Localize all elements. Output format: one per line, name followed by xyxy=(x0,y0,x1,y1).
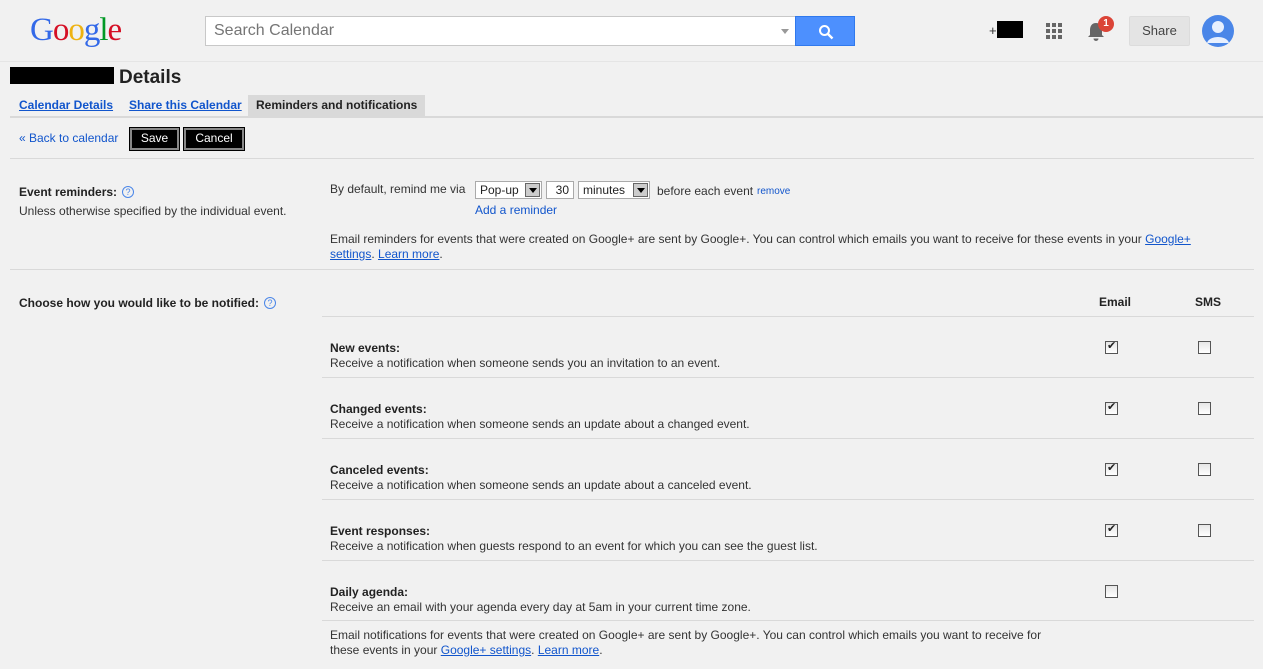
google-plus-profile-link[interactable]: + xyxy=(989,21,1023,38)
search-box xyxy=(205,16,795,46)
redacted-calendar-name xyxy=(10,67,114,84)
logo-letter: l xyxy=(99,12,108,48)
gplus-notification-note-line-2: these events in your xyxy=(330,643,441,657)
help-icon[interactable]: ? xyxy=(122,186,135,198)
sms-checkbox[interactable] xyxy=(1198,463,1211,476)
period: . xyxy=(599,643,603,657)
email-checkbox[interactable] xyxy=(1105,400,1118,415)
reminder-unit-select[interactable]: minutes xyxy=(578,181,650,199)
search-button[interactable] xyxy=(795,16,855,46)
gplus-reminder-note: Email reminders for events that were cre… xyxy=(330,232,1220,262)
logo-letter: o xyxy=(52,12,69,48)
divider xyxy=(10,269,1254,270)
logo-letter: G xyxy=(30,12,54,48)
logo-letter: g xyxy=(83,12,100,48)
notification-row-daily-agenda: Daily agenda: Receive an email with your… xyxy=(322,560,1254,621)
notifications-heading: Choose how you would like to be notified… xyxy=(19,296,276,310)
sms-checkbox[interactable] xyxy=(1198,402,1211,415)
notification-description: Receive a notification when someone send… xyxy=(330,478,752,492)
gplus-reminder-note-text: Email reminders for events that were cre… xyxy=(330,232,1146,246)
notification-row-changed-events: Changed events: Receive a notification w… xyxy=(322,377,1254,438)
divider xyxy=(10,158,1254,159)
learn-more-link[interactable]: Learn more xyxy=(538,643,599,657)
gplus-link-part-1: Google+ xyxy=(1145,232,1191,246)
back-to-calendar-link[interactable]: « Back to calendar xyxy=(19,131,118,145)
period: . xyxy=(439,247,443,261)
search-options-caret-icon[interactable] xyxy=(781,29,789,34)
dropdown-arrow-icon xyxy=(633,183,648,197)
notification-title: Event responses: xyxy=(330,524,431,538)
email-checkbox[interactable] xyxy=(1105,522,1118,537)
user-silhouette-icon xyxy=(1207,21,1229,43)
sms-checkbox[interactable] xyxy=(1198,341,1211,354)
search-input[interactable] xyxy=(206,17,766,45)
notification-row-canceled-events: Canceled events: Receive a notification … xyxy=(322,438,1254,499)
notification-title: Canceled events: xyxy=(330,463,429,477)
notification-description: Receive a notification when guests respo… xyxy=(330,539,818,553)
notification-description: Receive a notification when someone send… xyxy=(330,356,721,370)
notification-title: New events: xyxy=(330,341,401,355)
notification-description: Receive an email with your agenda every … xyxy=(330,600,751,614)
search-icon xyxy=(819,25,834,40)
email-column-header: Email xyxy=(1099,295,1132,309)
top-bar: Google + 1 Share xyxy=(0,0,1263,62)
redacted-username xyxy=(996,21,1023,38)
tab-calendar-details[interactable]: Calendar Details xyxy=(19,95,113,117)
share-button[interactable]: Share xyxy=(1129,16,1190,46)
logo-letter: o xyxy=(68,12,84,48)
gplus-settings-link[interactable]: Google+ settings xyxy=(441,643,531,657)
save-button[interactable]: Save xyxy=(129,127,180,151)
reminder-prefix: By default, remind me via xyxy=(330,182,466,196)
separator: . xyxy=(531,643,538,657)
help-icon[interactable]: ? xyxy=(264,297,276,309)
event-reminders-subtext: Unless otherwise specified by the indivi… xyxy=(19,204,287,218)
add-reminder-link[interactable]: Add a reminder xyxy=(475,203,557,217)
notification-title: Daily agenda: xyxy=(330,585,409,599)
page-title-text: Details xyxy=(119,67,182,88)
email-checkbox[interactable] xyxy=(1105,461,1118,476)
notification-title: Changed events: xyxy=(330,402,427,416)
gplus-notification-note-line-1: Email notifications for events that were… xyxy=(330,628,1042,642)
tab-share-this-calendar[interactable]: Share this Calendar xyxy=(129,95,242,117)
page-title: Details xyxy=(10,67,181,89)
notification-row-event-responses: Event responses: Receive a notification … xyxy=(322,499,1254,560)
remove-reminder-link[interactable]: remove xyxy=(757,186,790,197)
gplus-link-part-2: settings xyxy=(330,247,372,261)
plus-prefix: + xyxy=(989,23,997,38)
account-avatar[interactable] xyxy=(1202,15,1234,47)
event-reminders-heading: Event reminders:? xyxy=(19,185,135,199)
reminder-amount-input[interactable]: 30 xyxy=(546,181,574,199)
learn-more-link[interactable]: Learn more xyxy=(378,247,439,261)
dropdown-arrow-icon xyxy=(525,183,540,197)
notifications-heading-label: Choose how you would like to be notified… xyxy=(19,296,259,310)
sms-column-header: SMS xyxy=(1195,295,1222,309)
gplus-notification-note: Email notifications for events that were… xyxy=(330,628,1070,658)
event-reminders-label: Event reminders: xyxy=(19,185,118,199)
sms-checkbox[interactable] xyxy=(1198,524,1211,537)
notification-description: Receive a notification when someone send… xyxy=(330,417,750,431)
notification-count-badge: 1 xyxy=(1098,16,1114,32)
divider xyxy=(322,620,1254,621)
reminder-method-value: Pop-up xyxy=(480,183,519,197)
reminder-unit-value: minutes xyxy=(583,183,626,197)
reminder-suffix: before each event xyxy=(657,184,754,198)
logo-letter: e xyxy=(107,12,123,48)
tab-reminders-and-notifications[interactable]: Reminders and notifications xyxy=(248,95,426,117)
email-checkbox[interactable] xyxy=(1105,585,1118,598)
google-logo[interactable]: Google xyxy=(30,12,123,49)
email-checkbox[interactable] xyxy=(1105,339,1118,354)
tab-divider xyxy=(10,116,1263,118)
notification-row-new-events: New events: Receive a notification when … xyxy=(322,316,1254,377)
apps-grid-icon[interactable] xyxy=(1046,23,1062,39)
reminder-method-select[interactable]: Pop-up xyxy=(475,181,542,199)
cancel-button[interactable]: Cancel xyxy=(183,127,245,151)
